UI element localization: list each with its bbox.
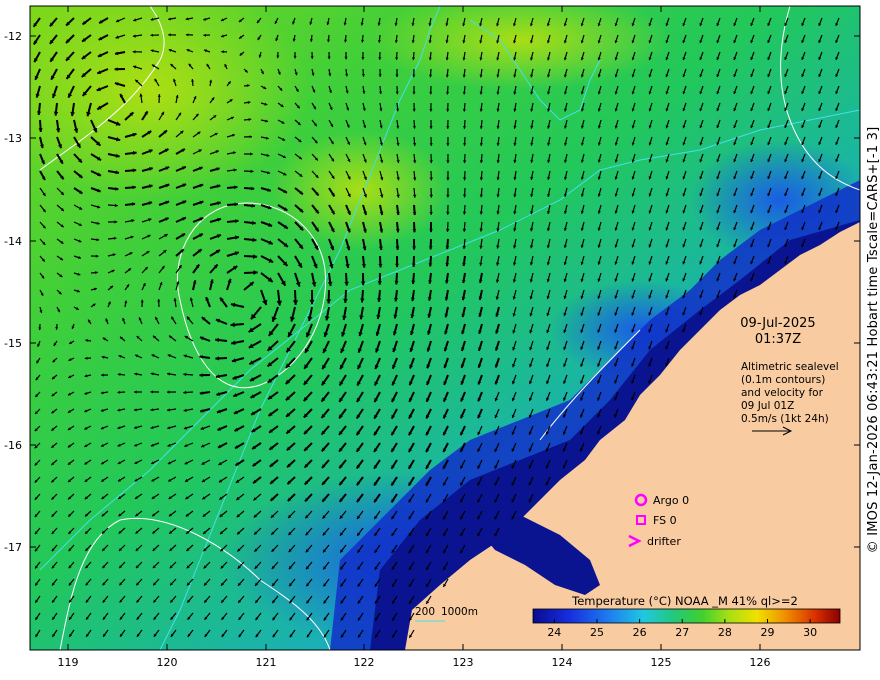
note-line: Altimetric sealevel bbox=[741, 361, 839, 373]
lon-tick-label: 121 bbox=[256, 656, 277, 669]
fs-legend-label: FS 0 bbox=[653, 514, 677, 527]
lon-tick-label: 123 bbox=[453, 656, 474, 669]
note-line: 09 Jul 01Z bbox=[741, 400, 794, 412]
lat-tick-label: -14 bbox=[4, 235, 22, 248]
colorbar-gradient bbox=[532, 608, 841, 624]
colorbar-title: Temperature (°C) NOAA _M 41% ql>=2 bbox=[571, 594, 798, 608]
colorbar-tick-label: 27 bbox=[675, 626, 689, 639]
colorbar-tick-label: 29 bbox=[761, 626, 775, 639]
lon-tick-label: 122 bbox=[354, 656, 375, 669]
colorbar-tick-label: 24 bbox=[547, 626, 561, 639]
colorbar-tick-label: 25 bbox=[590, 626, 604, 639]
lat-tick-label: -15 bbox=[4, 337, 22, 350]
colorbar-tick-label: 26 bbox=[633, 626, 647, 639]
drifter-legend-label: drifter bbox=[647, 535, 681, 548]
note-line: and velocity for bbox=[741, 387, 824, 399]
map-date: 09-Jul-2025 bbox=[740, 316, 815, 331]
isobath-1000-label: 1000m bbox=[441, 606, 478, 618]
lon-tick-label: 126 bbox=[750, 656, 771, 669]
lon-tick-label: 120 bbox=[157, 656, 178, 669]
argo-legend-label: Argo 0 bbox=[653, 494, 689, 507]
note-line: (0.1m contours) bbox=[741, 374, 825, 386]
isobath-200-label: 200 bbox=[415, 606, 435, 618]
lat-tick-label: -13 bbox=[4, 132, 22, 145]
colorbar-tick-label: 30 bbox=[803, 626, 817, 639]
lon-tick-label: 124 bbox=[552, 656, 573, 669]
side-caption: © IMOS 12-Jan-2026 06:43:21 Hobart time … bbox=[866, 126, 880, 554]
lat-tick-label: -12 bbox=[4, 30, 22, 43]
ocean-map: -12 -13 -14 -15 -16 -17 119 120 121 122 … bbox=[4, 5, 861, 669]
colorbar-tick-label: 28 bbox=[718, 626, 732, 639]
map-time: 01:37Z bbox=[755, 332, 801, 347]
lat-tick-label: -17 bbox=[4, 541, 22, 554]
lon-tick-label: 119 bbox=[58, 656, 79, 669]
lon-tick-label: 125 bbox=[651, 656, 672, 669]
note-line: 0.5m/s (1kt 24h) bbox=[741, 413, 829, 425]
lat-tick-label: -16 bbox=[4, 439, 22, 452]
